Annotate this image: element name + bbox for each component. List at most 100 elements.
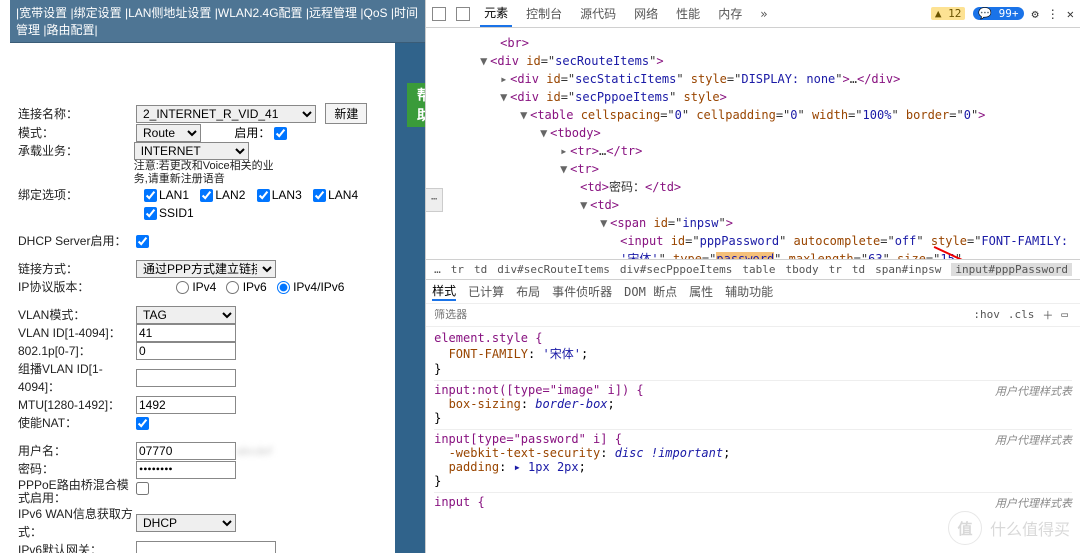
- label-enable: 启用：: [234, 126, 270, 140]
- ipv4-label: IPv4: [192, 280, 216, 294]
- router-config-panel: |宽带设置 |绑定设置 |LAN侧地址设置 |WLAN2.4G配置 |远程管理 …: [0, 0, 425, 553]
- styles-filter: :hov .cls ＋ ▭: [426, 303, 1080, 327]
- tab-props[interactable]: 属性: [689, 283, 713, 300]
- watermark-icon: 值: [948, 511, 982, 545]
- devtools-toolbar: 元素 控制台 源代码 网络 性能 内存 » ▲ 12 💬 99+ ⚙ ⋮ ✕: [426, 0, 1080, 28]
- tab-memory[interactable]: 内存: [714, 1, 746, 26]
- nav-qos[interactable]: QoS: [363, 6, 387, 20]
- label-link-type: 链接方式：: [18, 260, 136, 278]
- inspect-icon[interactable]: [432, 7, 446, 21]
- device-icon[interactable]: [456, 7, 470, 21]
- password-input[interactable]: [136, 461, 236, 479]
- label-ipv6-wan: IPv6 WAN信息获取方式：: [18, 505, 136, 541]
- label-mtu: MTU[1280-1492]：: [18, 396, 136, 414]
- p8021-input[interactable]: [136, 342, 236, 360]
- form-area: 连接名称： 2_INTERNET_R_VID_41 新建 模式： Route 启…: [0, 43, 395, 553]
- tab-layout[interactable]: 布局: [516, 283, 540, 300]
- ipv46-label: IPv4/IPv6: [293, 280, 344, 294]
- label-vlan-mode: VLAN模式：: [18, 306, 136, 324]
- bind-lan1[interactable]: [144, 189, 157, 202]
- service-note: 注意:若更改和Voice相关的业务,请重新注册语音: [134, 160, 274, 186]
- label-bind: 绑定选项：: [18, 186, 136, 204]
- bind-ssid1[interactable]: [144, 207, 157, 220]
- nav-route[interactable]: 路由配置: [46, 23, 94, 37]
- filter-input[interactable]: [434, 309, 969, 321]
- bind-lan2-label: LAN2: [215, 188, 245, 202]
- enable-checkbox[interactable]: [274, 127, 287, 140]
- tab-styles[interactable]: 样式: [432, 282, 456, 301]
- bind-lan4-label: LAN4: [328, 188, 358, 202]
- gear-icon[interactable]: ⚙: [1032, 7, 1039, 21]
- mode-select[interactable]: Route: [136, 124, 201, 142]
- close-icon[interactable]: ✕: [1067, 7, 1074, 21]
- label-ipv6-gw: IPv6默认网关：: [18, 541, 136, 553]
- mcast-vlan-input[interactable]: [136, 369, 236, 387]
- tab-a11y[interactable]: 辅助功能: [725, 283, 773, 300]
- label-vlan-id: VLAN ID[1-4094]：: [18, 324, 136, 342]
- bind-lan3-label: LAN3: [272, 188, 302, 202]
- nav-lan[interactable]: LAN侧地址设置: [128, 6, 211, 20]
- tab-computed[interactable]: 已计算: [468, 283, 504, 300]
- nav-bind[interactable]: 绑定设置: [74, 6, 122, 20]
- nav-wlan[interactable]: WLAN2.4G配置: [218, 6, 303, 20]
- tab-listeners[interactable]: 事件侦听器: [552, 283, 612, 300]
- label-8021p: 802.1p[0-7]：: [18, 342, 136, 360]
- hov-toggle[interactable]: :hov: [969, 308, 1004, 321]
- vlan-mode-select[interactable]: TAG: [136, 306, 236, 324]
- link-type-select[interactable]: 通过PPP方式建立链接: [136, 260, 276, 278]
- bind-ssid1-label: SSID1: [159, 206, 194, 220]
- nav-remote[interactable]: 远程管理: [309, 6, 357, 20]
- devtools-panel: 元素 控制台 源代码 网络 性能 内存 » ▲ 12 💬 99+ ⚙ ⋮ ✕ ⋯…: [425, 0, 1080, 553]
- tab-console[interactable]: 控制台: [522, 1, 566, 26]
- cls-toggle[interactable]: .cls: [1004, 308, 1039, 321]
- mtu-input[interactable]: [136, 396, 236, 414]
- nav-broadband[interactable]: 宽带设置: [19, 6, 67, 20]
- label-pass: 密码：: [18, 460, 136, 478]
- pppoe-bridge-checkbox[interactable]: [136, 482, 149, 495]
- nat-checkbox[interactable]: [136, 417, 149, 430]
- ipv4-radio[interactable]: [176, 281, 189, 294]
- collapse-handle[interactable]: ⋯: [426, 188, 443, 212]
- bind-lan4[interactable]: [313, 189, 326, 202]
- help-button[interactable]: 帮助: [407, 83, 425, 127]
- bind-lan2[interactable]: [200, 189, 213, 202]
- new-button[interactable]: 新建: [325, 103, 367, 124]
- label-conn-name: 连接名称：: [18, 105, 136, 123]
- ipv6-wan-select[interactable]: DHCP: [136, 514, 236, 532]
- ipv6-gw-input[interactable]: [136, 541, 276, 553]
- top-nav: |宽带设置 |绑定设置 |LAN侧地址设置 |WLAN2.4G配置 |远程管理 …: [10, 0, 425, 43]
- label-mode: 模式：: [18, 124, 136, 142]
- ipv6-radio[interactable]: [226, 281, 239, 294]
- label-mcast-vlan: 组播VLAN ID[1-4094]：: [18, 360, 136, 396]
- ipv6-label: IPv6: [243, 280, 267, 294]
- tab-dom-bp[interactable]: DOM 断点: [624, 283, 677, 300]
- right-blue-panel: 帮助: [395, 43, 425, 553]
- tab-more[interactable]: »: [756, 3, 771, 25]
- tab-sources[interactable]: 源代码: [576, 1, 620, 26]
- conn-name-select[interactable]: 2_INTERNET_R_VID_41: [136, 105, 316, 123]
- bind-lan3[interactable]: [257, 189, 270, 202]
- vlan-id-input[interactable]: [136, 324, 236, 342]
- ipv46-radio[interactable]: [277, 281, 290, 294]
- kebab-icon[interactable]: ⋮: [1047, 7, 1059, 21]
- messages-badge[interactable]: 💬 99+: [973, 7, 1023, 20]
- styles-tabs: 样式 已计算 布局 事件侦听器 DOM 断点 属性 辅助功能: [426, 279, 1080, 303]
- tab-elements[interactable]: 元素: [480, 0, 512, 27]
- user-input[interactable]: [136, 442, 236, 460]
- label-dhcp: DHCP Server启用：: [18, 232, 136, 250]
- styles-pane-menu[interactable]: ▭: [1057, 308, 1072, 321]
- bind-lan1-label: LAN1: [159, 188, 189, 202]
- label-nat: 使能NAT：: [18, 414, 136, 432]
- tab-network[interactable]: 网络: [630, 1, 662, 26]
- tab-performance[interactable]: 性能: [672, 1, 704, 26]
- breadcrumb[interactable]: …trtd div#secRouteItemsdiv#secPppoeItems…: [426, 259, 1080, 279]
- label-service: 承载业务：: [18, 142, 134, 160]
- add-rule-icon[interactable]: ＋: [1038, 307, 1057, 323]
- elements-tree[interactable]: ⋯ <br> ▼<div id="secRouteItems"> ▸<div i…: [426, 28, 1080, 259]
- service-select[interactable]: INTERNET: [134, 142, 249, 160]
- label-user: 用户名：: [18, 442, 136, 460]
- watermark-text: 什么值得买: [990, 516, 1070, 540]
- watermark: 值 什么值得买: [948, 511, 1070, 545]
- dhcp-checkbox[interactable]: [136, 235, 149, 248]
- warning-badge[interactable]: ▲ 12: [931, 7, 966, 20]
